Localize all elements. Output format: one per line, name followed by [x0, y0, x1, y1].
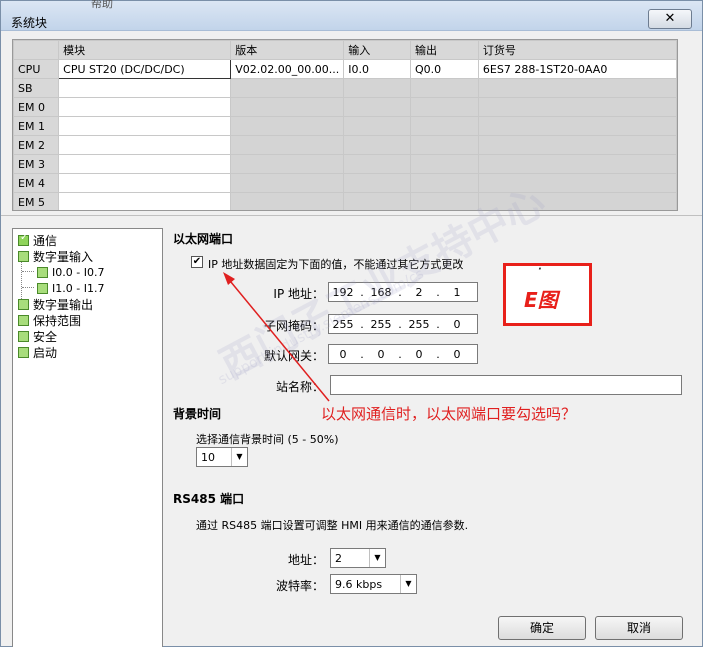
arrow-head — [223, 272, 235, 285]
annotation-box: · E图 — [503, 263, 592, 326]
system-block-dialog: 帮助 系统块 ✕ 模块 版本 输入 输出 订货号 CPU CPU ST20 (DC… — [0, 0, 703, 647]
annotation-tick: · — [538, 264, 542, 275]
annotation-question: 以太网通信时，以太网端口要勾选吗？ — [321, 405, 577, 423]
annotation-arrow — [223, 272, 330, 402]
annotation-box-label: E图 — [524, 288, 558, 312]
arrow-line — [225, 275, 330, 402]
